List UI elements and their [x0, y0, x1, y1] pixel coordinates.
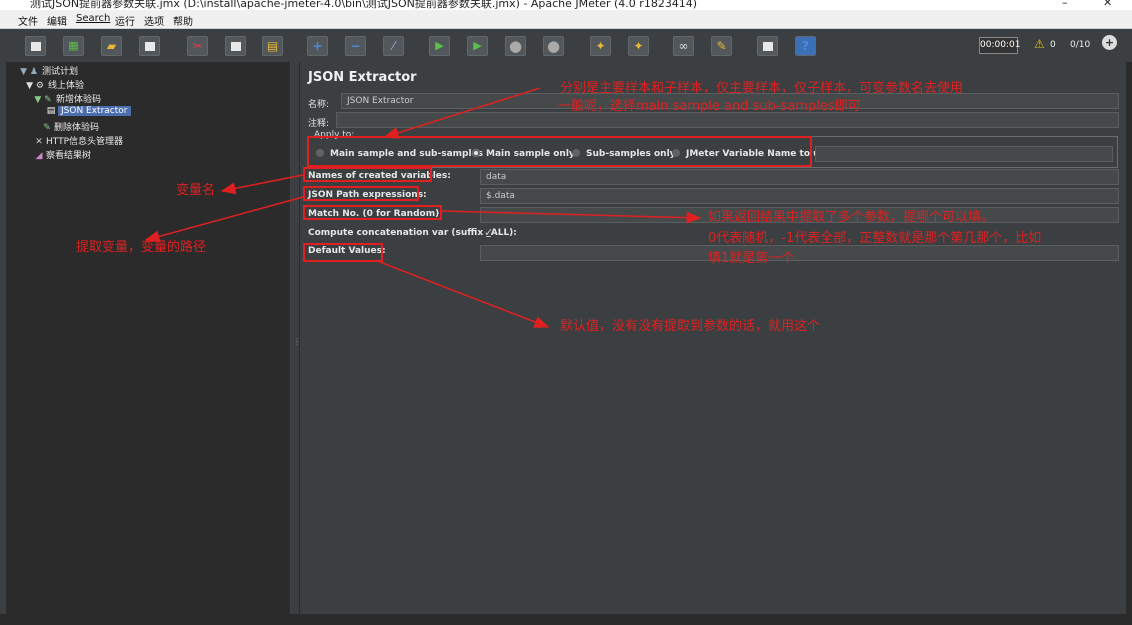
window-title-bar: 测试JSON提前器参数关联.jmx (D:\install\apache-jme… [0, 0, 1132, 10]
annotation-match-note-2: 0代表随机，-1代表全部，正整数就是那个第几那个，比如 [708, 231, 1042, 246]
help-icon[interactable]: ? [795, 36, 816, 56]
tree-node-add-code[interactable]: ▼ ✎ 新增体验码 [32, 92, 101, 105]
annotation-box-default [303, 243, 383, 262]
save-icon[interactable] [139, 36, 160, 56]
shutdown-icon[interactable]: ● [543, 36, 564, 56]
menu-file[interactable]: 文件 [18, 13, 38, 28]
default-values-field[interactable] [480, 245, 1119, 261]
bottom-bar [0, 614, 1132, 625]
tree-node-delete-code[interactable]: ✎ 删除体验码 [42, 120, 99, 133]
comment-label: 注释: [308, 119, 330, 129]
search-icon[interactable]: ∞ [673, 36, 694, 56]
paste-icon[interactable]: ▤ [262, 36, 283, 56]
expand-icon[interactable]: + [307, 36, 328, 56]
annotation-box-matchno [303, 205, 442, 220]
annotation-apply-note-1: 分别是主要样本和子样本，仅主要样本，仅子样本，可变参数名去使用 [560, 81, 964, 96]
annotation-path: 提取变量，变量的路径 [76, 240, 207, 255]
variable-name-field[interactable] [815, 146, 1113, 162]
annotation-match-note-1: 如果返回结果中提取了多个参数，提哪个可以填。 [708, 210, 995, 225]
panel-title: JSON Extractor [308, 70, 417, 85]
function-helper-icon[interactable] [757, 36, 778, 56]
annotation-apply-note-2: 一般呢，选择main sample and sub-samples即可 [558, 99, 861, 114]
tree-node-thread-group[interactable]: ▼ ⚙ 线上体验 [24, 78, 84, 91]
http-sampler-icon: ✎ [43, 123, 51, 133]
name-label: 名称: [308, 100, 330, 110]
start-no-pause-icon[interactable]: ▶ [467, 36, 488, 56]
split-pane-divider[interactable]: ⋮ [291, 62, 301, 614]
names-field[interactable]: data [480, 169, 1119, 185]
clear-all-icon[interactable]: ✦ [628, 36, 649, 56]
menu-search[interactable]: Search [76, 13, 110, 24]
active-threads: 0/10 [1070, 40, 1091, 50]
window-title: 测试JSON提前器参数关联.jmx (D:\install\apache-jme… [30, 0, 698, 10]
copy-icon[interactable] [225, 36, 246, 56]
menu-options[interactable]: 选项 [144, 13, 164, 28]
warning-icon[interactable]: ⚠ [1034, 37, 1045, 51]
annotation-box-names [303, 167, 432, 182]
concat-checkbox[interactable]: ✓ [484, 226, 493, 239]
annotation-default: 默认值，没有没有提取到参数的话，就用这个 [560, 319, 821, 334]
test-plan-tree: ▼ ♟ 测试计划 ▼ ⚙ 线上体验 ▼ ✎ 新增体验码 ▤ JSON Extractor… [6, 62, 291, 614]
annotation-match-note-3: 填1就是第一个 [708, 251, 795, 266]
http-sampler-icon: ▼ ✎ [34, 95, 52, 105]
menu-help[interactable]: 帮助 [173, 13, 193, 28]
templates-icon[interactable]: ▦ [63, 36, 84, 56]
tree-node-test-plan[interactable]: ▼ ♟ 测试计划 [18, 64, 78, 77]
remote-engines-icon[interactable]: + [1102, 35, 1117, 50]
close-icon[interactable]: ✕ [1103, 0, 1112, 9]
stop-icon[interactable]: ● [505, 36, 526, 56]
annotation-box-apply-to [307, 136, 812, 167]
cut-icon[interactable]: ✂ [187, 36, 208, 56]
new-icon[interactable] [25, 36, 46, 56]
test-plan-icon: ▼ ♟ [20, 67, 38, 77]
annotation-varname: 变量名 [176, 183, 216, 198]
tree-node-json-extractor[interactable]: ▤ JSON Extractor [46, 106, 131, 116]
results-tree-icon: ◢ [35, 151, 43, 161]
menu-edit[interactable]: 编辑 [47, 13, 67, 28]
jsonpath-field[interactable]: $.data [480, 188, 1119, 204]
toolbar: ▦ ▰ ✂ ▤ + − ⁄ ▶ ▶ ● ● ✦ ✦ ∞ ✎ ? [0, 29, 1132, 63]
warning-count: 0 [1050, 40, 1056, 50]
elapsed-timer: 00:00:01 [979, 37, 1020, 54]
start-icon[interactable]: ▶ [429, 36, 450, 56]
reset-search-icon[interactable]: ✎ [711, 36, 732, 56]
annotation-box-jsonpath [303, 186, 419, 201]
clear-icon[interactable]: ✦ [590, 36, 611, 56]
json-extractor-icon: ▤ [46, 106, 56, 116]
tree-node-results-tree[interactable]: ◢ 察看结果树 [34, 148, 91, 161]
toggle-icon[interactable]: ⁄ [383, 36, 404, 56]
open-icon[interactable]: ▰ [101, 36, 122, 56]
menu-run[interactable]: 运行 [115, 13, 135, 28]
minimize-icon[interactable]: – [1062, 0, 1068, 9]
collapse-icon[interactable]: − [345, 36, 366, 56]
header-manager-icon: ✕ [35, 137, 43, 147]
menu-bar: 文件 编辑 Search 运行 选项 帮助 [0, 10, 1132, 29]
tree-node-header-manager[interactable]: ✕ HTTP信息头管理器 [34, 134, 123, 147]
thread-group-icon: ▼ ⚙ [26, 81, 44, 91]
